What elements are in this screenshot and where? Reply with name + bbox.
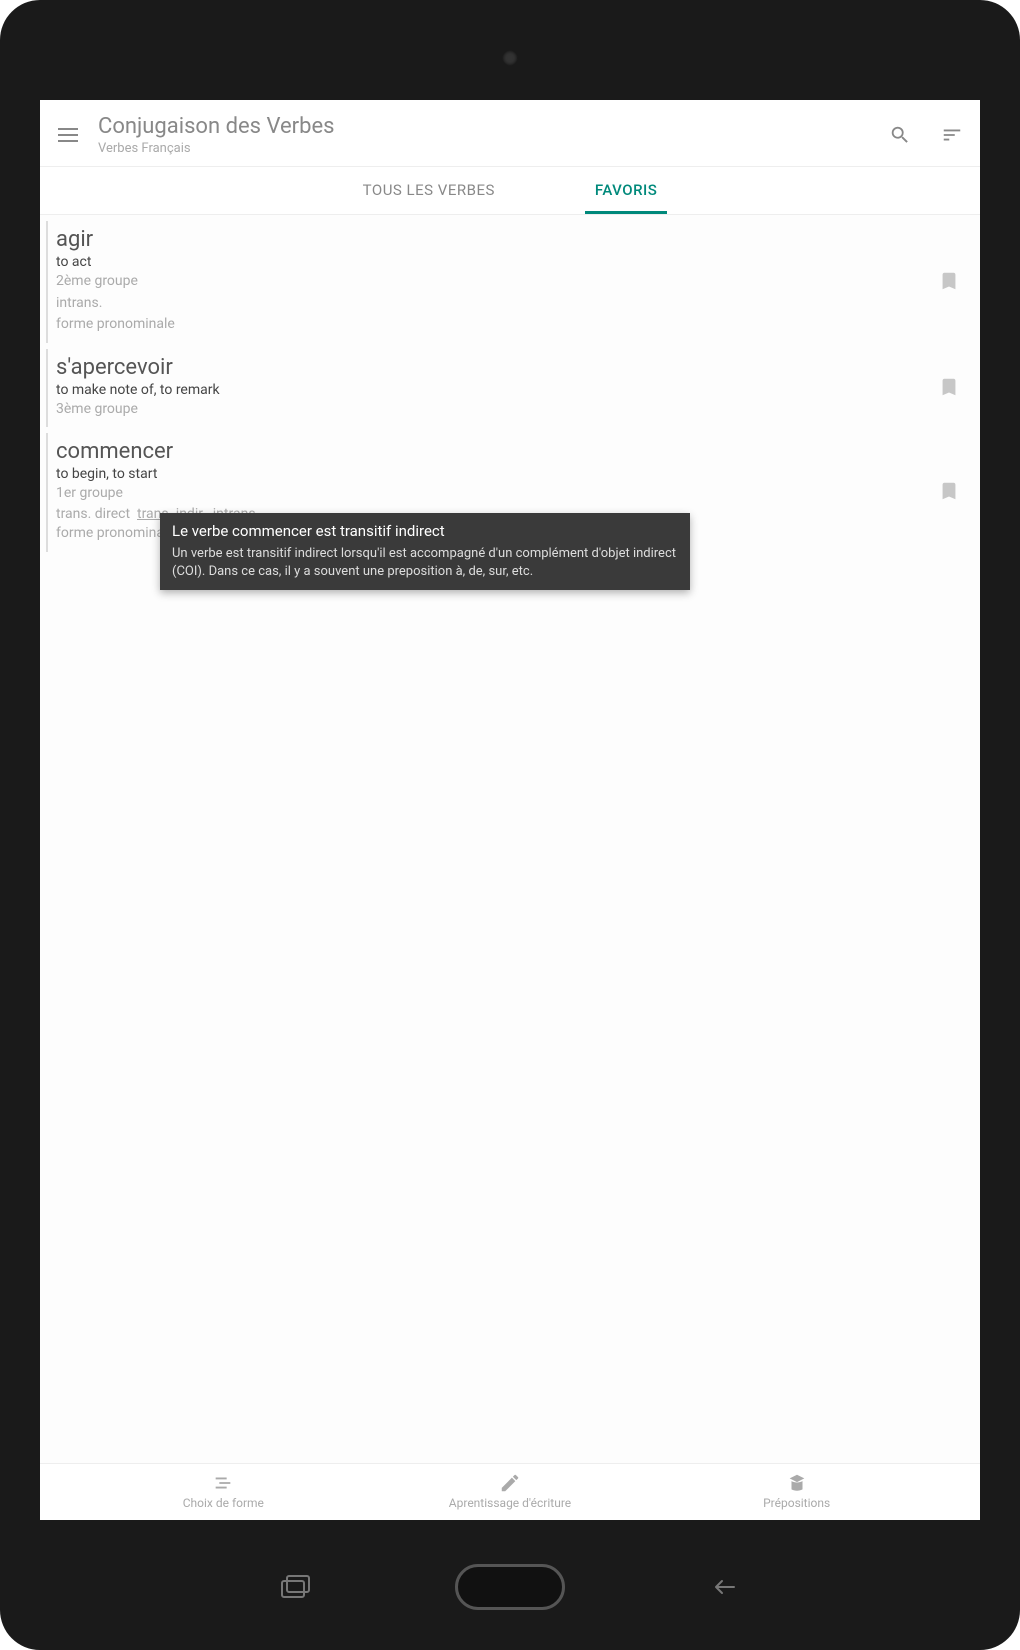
home-button[interactable] [455,1564,565,1610]
verb-translation: to begin, to start [56,466,938,482]
bookmark-icon[interactable] [938,374,960,400]
bottom-nav: Choix de forme Aprentissage d'écriture P… [40,1463,980,1520]
tab-bar: TOUS LES VERBES FAVORIS [40,167,980,215]
app-bar: Conjugaison des Verbes Verbes Français [40,100,980,167]
sort-icon[interactable] [940,123,964,147]
menu-icon[interactable] [56,123,80,147]
verb-group: 3ème groupe [56,400,938,420]
toolbar-icons [888,123,964,147]
verb-extra: forme pronominale [56,315,938,335]
tooltip-body: Un verbe est transitif indirect lorsqu'i… [172,545,678,580]
tab-all-verbs[interactable]: TOUS LES VERBES [353,167,505,214]
verb-name: commencer [56,439,938,464]
bookmark-icon[interactable] [938,268,960,294]
verb-translation: to act [56,254,938,270]
book-icon [786,1472,808,1494]
app-subtitle: Verbes Français [98,141,870,156]
recent-apps-button[interactable] [275,1572,315,1602]
nav-label: Prépositions [763,1496,830,1510]
app-title: Conjugaison des Verbes [98,114,870,139]
tab-favorites[interactable]: FAVORIS [585,167,668,214]
verb-name: s'apercevoir [56,355,938,380]
tablet-frame: Conjugaison des Verbes Verbes Français T… [0,0,1020,1650]
pencil-icon [499,1472,521,1494]
app-screen: Conjugaison des Verbes Verbes Français T… [40,100,980,1520]
tooltip-title: Le verbe commencer est transitif indirec… [172,521,678,541]
form-icon [212,1472,234,1494]
app-titles: Conjugaison des Verbes Verbes Français [98,114,870,156]
bookmark-icon[interactable] [938,478,960,504]
verb-body: agir to act 2ème groupe intrans. forme p… [56,227,938,335]
tablet-camera [502,50,518,66]
search-icon[interactable] [888,123,912,147]
verb-tags: intrans. [56,294,938,314]
nav-writing-practice[interactable]: Aprentissage d'écriture [435,1472,585,1510]
back-button[interactable] [705,1572,745,1602]
verb-body: s'apercevoir to make note of, to remark … [56,355,938,420]
nav-label: Aprentissage d'écriture [449,1496,571,1510]
verb-list[interactable]: agir to act 2ème groupe intrans. forme p… [40,215,980,1463]
nav-prepositions[interactable]: Prépositions [722,1472,872,1510]
verb-name: agir [56,227,938,252]
verb-group: 2ème groupe [56,272,938,292]
nav-label: Choix de forme [183,1496,264,1510]
hardware-buttons [0,1564,1020,1610]
verb-item-agir[interactable]: agir to act 2ème groupe intrans. forme p… [46,221,970,343]
tag-trans-direct[interactable]: trans. direct [56,506,130,522]
verb-translation: to make note of, to remark [56,382,938,398]
verb-item-sapercevoir[interactable]: s'apercevoir to make note of, to remark … [46,349,970,428]
grammar-tooltip: Le verbe commencer est transitif indirec… [160,513,690,590]
nav-form-choice[interactable]: Choix de forme [148,1472,298,1510]
verb-group: 1er groupe [56,484,938,504]
